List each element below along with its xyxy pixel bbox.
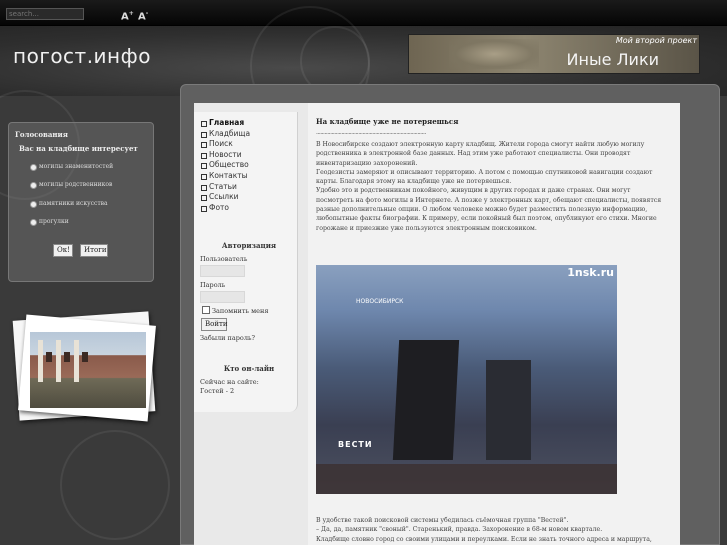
article-title[interactable]: На кладбище уже не потеряешься bbox=[316, 117, 458, 126]
poll-question: Вас на кладбище интересует bbox=[19, 144, 138, 153]
video-scene bbox=[392, 340, 460, 460]
search-input[interactable] bbox=[6, 8, 84, 20]
poll-option[interactable]: могилы знаменитостей bbox=[30, 163, 113, 171]
news-video[interactable]: 1nsk.ru НОВОСИБИРСК ВЕСТИ bbox=[316, 265, 617, 494]
article-line: Кладбище словно город со своими улицами … bbox=[316, 535, 652, 543]
online-guests: Гостей - 2 bbox=[200, 387, 235, 395]
remember-checkbox[interactable] bbox=[202, 306, 210, 314]
remember-label: Запомнить меня bbox=[212, 307, 269, 315]
menu-item-search[interactable]: Поиск bbox=[200, 139, 296, 150]
font-decrease-button[interactable]: A- bbox=[138, 10, 148, 22]
article-divider: ........................................… bbox=[316, 129, 426, 136]
photo-detail bbox=[74, 340, 79, 382]
username-label: Пользователь bbox=[200, 255, 248, 263]
article-body: В Новосибирске создают электронную карту… bbox=[316, 140, 662, 233]
poll-title: Голосования bbox=[15, 130, 68, 139]
banner-tagline: Мой второй проект bbox=[615, 36, 697, 45]
font-increase-button[interactable]: A+ bbox=[121, 10, 134, 22]
poll-option[interactable]: прогулки bbox=[30, 218, 69, 226]
banner-image bbox=[449, 39, 539, 69]
photo-detail bbox=[56, 340, 61, 382]
photo-detail bbox=[64, 352, 70, 362]
radio-button[interactable] bbox=[30, 201, 37, 208]
menu-item-home[interactable]: Главная bbox=[200, 118, 296, 129]
video-scene bbox=[316, 464, 617, 494]
menu-item-cemeteries[interactable]: Кладбища bbox=[200, 129, 296, 140]
article-paragraph: В Новосибирске создают электронную карту… bbox=[316, 141, 645, 167]
church-photo[interactable] bbox=[30, 332, 146, 408]
radio-button[interactable] bbox=[30, 182, 37, 189]
article-line: – Да, да, памятник "своный". Старенький,… bbox=[316, 526, 603, 534]
article-continuation: В удобстве такой поисковой системы убеди… bbox=[316, 516, 666, 544]
menu-item-articles[interactable]: Статьи bbox=[200, 182, 296, 193]
password-input[interactable] bbox=[200, 291, 245, 303]
radio-button[interactable] bbox=[30, 219, 37, 226]
vote-button[interactable]: Ок! bbox=[53, 244, 73, 257]
menu-item-society[interactable]: Общество bbox=[200, 160, 296, 171]
menu-item-contacts[interactable]: Контакты bbox=[200, 171, 296, 182]
poll-option[interactable]: памятники искусства bbox=[30, 200, 108, 208]
login-button[interactable]: Войти bbox=[201, 318, 228, 331]
photo-detail bbox=[82, 352, 88, 362]
menu-item-photo[interactable]: Фото bbox=[200, 203, 296, 214]
online-now-label: Сейчас на сайте: bbox=[200, 378, 259, 386]
menu-item-links[interactable]: Ссылки bbox=[200, 192, 296, 203]
password-label: Пароль bbox=[200, 281, 226, 289]
article-line: В удобстве такой поисковой системы убеди… bbox=[316, 517, 569, 524]
article-paragraph: Удобно это и родственникам покойного, жи… bbox=[316, 187, 662, 232]
channel-logo: 1nsk.ru bbox=[567, 266, 614, 279]
main-menu: Главная Кладбища Поиск Новости Общество … bbox=[200, 118, 296, 213]
auth-title: Авторизация bbox=[221, 241, 277, 250]
vesti-logo: ВЕСТИ bbox=[338, 440, 373, 449]
poll-option[interactable]: могилы родственников bbox=[30, 181, 112, 189]
username-input[interactable] bbox=[200, 265, 245, 277]
top-bar: A+ A- bbox=[0, 0, 727, 26]
article-paragraph: Геодезисты замеряют и описывают территор… bbox=[316, 168, 653, 186]
radio-button[interactable] bbox=[30, 164, 37, 171]
photo-detail bbox=[46, 352, 52, 362]
photo-detail bbox=[38, 340, 43, 382]
menu-item-news[interactable]: Новости bbox=[200, 150, 296, 161]
video-city-caption: НОВОСИБИРСК bbox=[356, 298, 404, 305]
forgot-password-link[interactable]: Забыли пароль? bbox=[200, 334, 255, 342]
video-scene bbox=[486, 360, 531, 460]
poll-box: Голосования Вас на кладбище интересует м… bbox=[8, 122, 154, 282]
online-title: Кто он-лайн bbox=[223, 364, 275, 373]
banner-title: Иные Лики bbox=[566, 50, 659, 69]
decorative-swirl bbox=[60, 430, 170, 540]
project-banner[interactable]: Мой второй проект Иные Лики bbox=[408, 34, 700, 74]
site-name[interactable]: погост.инфо bbox=[13, 44, 151, 68]
results-button[interactable]: Итоги bbox=[80, 244, 108, 257]
